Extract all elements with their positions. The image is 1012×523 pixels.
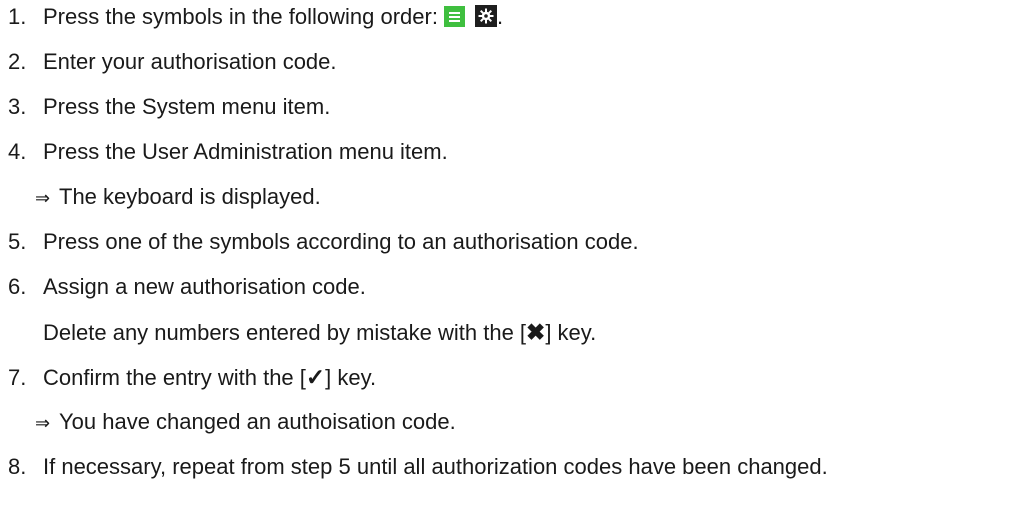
step-number: 7. [8, 365, 27, 390]
step-number: 6. [8, 274, 27, 299]
note-text-end: ] key. [545, 320, 597, 345]
step-4: 4. Press the User Administration menu ite… [0, 137, 448, 167]
result-text: You have changed an authoisation code. [59, 409, 456, 434]
note-text: Delete any numbers entered by mistake wi… [43, 320, 527, 345]
result-arrow-icon: ⇒ [35, 413, 51, 433]
settings-gear-icon [474, 5, 497, 27]
step-text-end: ] key. [325, 365, 377, 390]
step-4-result: ⇒ The keyboard is displayed. [35, 182, 321, 212]
step-text: Enter your authorisation code. [43, 49, 337, 74]
step-number: 8. [8, 454, 27, 479]
step-text: Confirm the entry with the [ [43, 365, 306, 390]
step-3: 3. Press the System menu item. [0, 92, 330, 122]
step-5: 5. Press one of the symbols according to … [0, 227, 639, 257]
step-number: 1. [8, 4, 27, 29]
step-7-result: ⇒ You have changed an authoisation code. [35, 407, 456, 437]
step-number: 3. [8, 94, 27, 119]
step-text: Press one of the symbols according to an… [43, 229, 639, 254]
step-text: Press the symbols in the following order… [43, 4, 438, 29]
step-8: 8. If necessary, repeat from step 5 until… [0, 452, 828, 482]
step-number: 4. [8, 139, 27, 164]
result-text: The keyboard is displayed. [59, 184, 321, 209]
step-text: Press the User Administration menu item. [43, 139, 448, 164]
step-number: 2. [8, 49, 27, 74]
step-text: Press the System menu item. [43, 94, 331, 119]
delete-key-icon: ✖ [526, 319, 546, 345]
step-7: 7. Confirm the entry with the [✓] key. [0, 362, 376, 392]
confirm-key-icon: ✓ [305, 364, 326, 390]
step-text: Assign a new authorisation code. [43, 274, 366, 299]
step-text: If necessary, repeat from step 5 until a… [43, 454, 828, 479]
menu-icon [443, 6, 465, 27]
step-1: 1. Press the symbols in the following ord… [0, 2, 503, 32]
step-6: 6. Assign a new authorisation code. [0, 272, 366, 302]
result-arrow-icon: ⇒ [35, 188, 51, 208]
step-number: 5. [8, 229, 27, 254]
step-text-end: . [496, 4, 504, 29]
step-2: 2. Enter your authorisation code. [0, 47, 337, 77]
step-6-note: Delete any numbers entered by mistake wi… [43, 317, 596, 347]
